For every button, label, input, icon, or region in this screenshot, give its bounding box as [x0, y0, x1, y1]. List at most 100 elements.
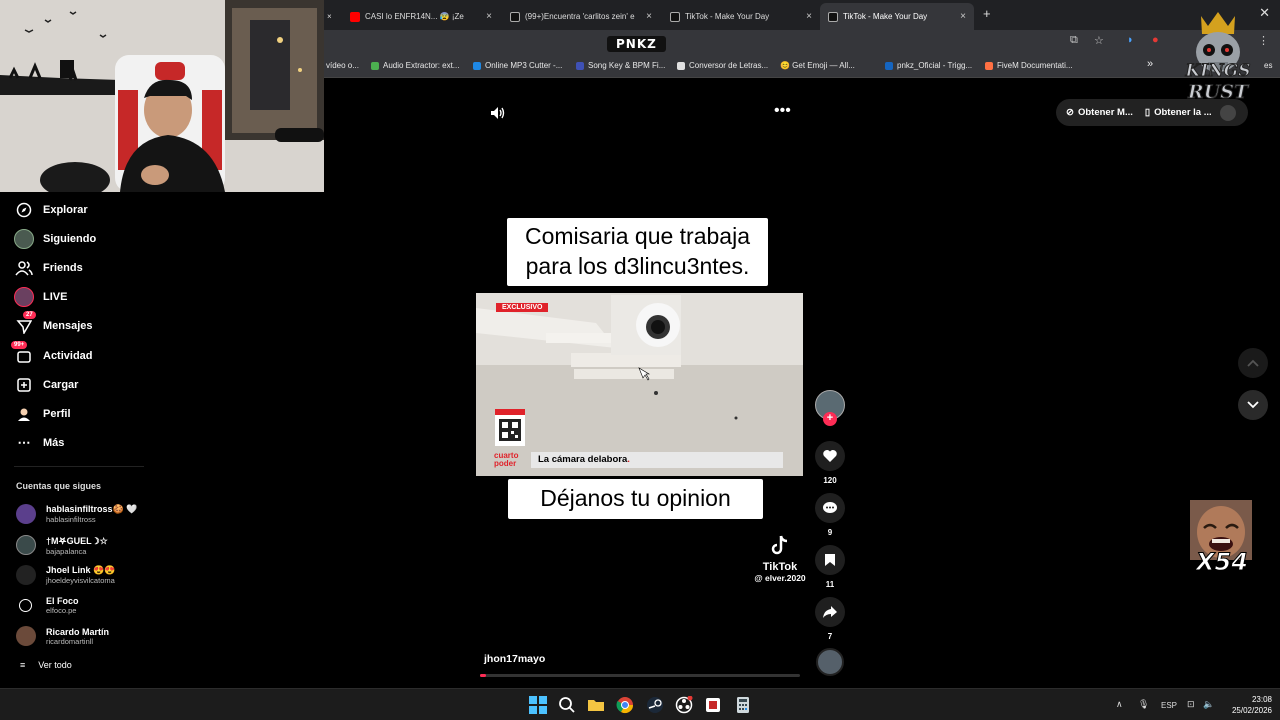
search-icon[interactable]	[558, 696, 576, 714]
next-video-button[interactable]	[1238, 390, 1268, 420]
followed-account[interactable]: Ricardo Martín ricardomartinll	[16, 626, 109, 646]
list-icon: ≡	[20, 660, 26, 670]
microphone-icon[interactable]: 🎙	[1138, 699, 1149, 710]
tiktok-watermark: TikTok @ elver.2020	[740, 534, 820, 583]
bookmarks-overflow-button[interactable]: »	[1147, 58, 1153, 70]
bookmark-favicon-icon	[985, 61, 993, 70]
sidebar-item-live[interactable]: LIVE	[14, 287, 67, 307]
avatar	[16, 626, 36, 646]
tiktok-logo-icon	[740, 534, 820, 561]
multiplier-overlay: X54	[1190, 500, 1252, 578]
network-icon[interactable]: ⊡	[1187, 699, 1195, 710]
live-icon	[14, 287, 34, 307]
browser-tab[interactable]: TikTok - Make Your Day ×	[662, 3, 820, 30]
video-author[interactable]: jhon17mayo	[484, 653, 545, 665]
sidebar-item-actividad[interactable]: 99+ Actividad	[11, 341, 93, 366]
chrome-icon[interactable]	[616, 696, 634, 714]
volume-icon[interactable]: 🔈	[1203, 699, 1214, 710]
webcam-image	[0, 0, 324, 192]
tab-close-icon[interactable]: ×	[806, 11, 812, 22]
obs-icon[interactable]	[675, 695, 693, 714]
tab-close-partial[interactable]: ×	[324, 3, 338, 30]
followed-account[interactable]: Jhoel Link 😍😍 jhoeldeyvisvilcatoma	[16, 565, 115, 585]
followed-account[interactable]: El Foco elfoco.pe	[16, 596, 79, 615]
tiktok-favicon-icon	[670, 11, 680, 22]
avatar	[16, 565, 36, 585]
messages-icon: 27	[14, 311, 36, 336]
music-disc[interactable]	[814, 648, 846, 676]
previous-video-button[interactable]	[1238, 348, 1268, 378]
extension-icon[interactable]: ●	[1152, 34, 1159, 46]
tab-close-icon[interactable]: ×	[486, 11, 492, 22]
bookmark-item[interactable]: Online MP3 Cutter -...	[473, 61, 562, 70]
sidebar-item-friends[interactable]: Friends	[14, 258, 83, 278]
bookmark-item[interactable]: pnkz_Oficial - Trigg...	[885, 61, 972, 70]
extension-icon[interactable]: ◗	[1127, 34, 1134, 46]
language-indicator[interactable]: ESP	[1161, 701, 1177, 710]
more-options-icon[interactable]: •••	[774, 102, 791, 120]
divider	[14, 466, 144, 467]
tab-close-icon[interactable]: ×	[646, 11, 652, 22]
followed-account[interactable]: hablasinfiltross🍪 🤍 hablasinfiltross	[16, 504, 137, 524]
like-button[interactable]: 120	[814, 441, 846, 485]
music-disc-icon	[816, 648, 844, 676]
bookmark-star-icon[interactable]: ☆	[1094, 34, 1104, 47]
sidebar-item-perfil[interactable]: Perfil	[14, 404, 71, 424]
tiktok-favicon-icon	[828, 11, 838, 22]
friends-icon	[14, 258, 34, 278]
browser-tab-active[interactable]: TikTok - Make Your Day ×	[820, 3, 974, 30]
windows-start-icon[interactable]	[529, 696, 547, 714]
video-player: ••• ⊘ Obtener M... ▯ Obtener la ... Comi…	[324, 78, 1280, 688]
install-app-icon[interactable]: ⧉	[1070, 34, 1078, 47]
share-button[interactable]: 7	[814, 597, 846, 641]
bookmark-favicon-icon	[576, 61, 584, 70]
sidebar-item-cargar[interactable]: Cargar	[14, 375, 78, 395]
file-explorer-icon[interactable]	[587, 696, 605, 714]
bookmark-item[interactable]: Audio Extractor: ext...	[371, 61, 459, 70]
messages-badge: 27	[23, 311, 36, 319]
bookmark-item[interactable]: 😊 Get Emoji — All...	[780, 61, 855, 70]
follow-plus-icon[interactable]: +	[823, 412, 837, 426]
bookmark-favicon-icon	[371, 61, 379, 70]
steam-icon[interactable]	[646, 696, 664, 714]
bookmark-favicon-icon	[885, 61, 893, 70]
calculator-icon[interactable]	[734, 696, 752, 714]
see-all-link[interactable]: ≡ Ver todo	[20, 660, 72, 670]
sidebar-item-siguiendo[interactable]: Siguiendo	[14, 229, 96, 249]
tiktok-favicon-icon	[510, 11, 520, 22]
sidebar-item-explorar[interactable]: Explorar	[14, 200, 88, 220]
favorite-button[interactable]: 11	[814, 545, 846, 589]
comment-button[interactable]: 9	[814, 493, 846, 537]
chevron-down-icon	[1247, 396, 1259, 414]
video-lower-third: La cámara delabora.	[531, 452, 783, 468]
browser-toolbar: PNKZ ⧉ ☆ ◗ ● ⋮	[324, 30, 1280, 55]
creator-avatar[interactable]: +	[814, 390, 846, 426]
qr-code-icon	[495, 409, 525, 446]
phone-icon: ▯	[1144, 107, 1151, 118]
browser-tab[interactable]: CASI lo ENFR14N... 😰 ¡Ze ×	[342, 3, 500, 30]
heart-icon	[815, 441, 845, 471]
chevron-up-icon[interactable]: ∧	[1116, 699, 1123, 710]
sidebar-item-mensajes[interactable]: 27 Mensajes	[14, 311, 93, 336]
bookmark-item[interactable]: Song Key & BPM Fi...	[576, 61, 665, 70]
tab-close-icon[interactable]: ×	[960, 11, 966, 22]
video-frame[interactable]: EXCLUSIVO cuarto poder La cámara delabor…	[476, 293, 803, 476]
followed-account[interactable]: †M𖤐GUEL☽☆ bajapalanca	[16, 534, 108, 556]
new-tab-button[interactable]: +	[983, 6, 991, 21]
volume-icon[interactable]	[490, 106, 506, 125]
video-progress-bar[interactable]	[480, 674, 800, 677]
webcam-overlay	[0, 0, 324, 192]
get-pc-app-button[interactable]: Obtener M...	[1078, 107, 1133, 118]
chevron-up-icon	[1247, 354, 1259, 372]
windows-taskbar: ∧ 🎙 ESP ⊡ 🔈 23:08 25/02/2026	[0, 688, 1280, 720]
bookmark-item[interactable]: vídeo o...	[326, 61, 359, 70]
share-icon	[815, 597, 845, 627]
browser-tab[interactable]: (99+)Encuentra 'carlitos zein' e ×	[502, 3, 660, 30]
video-progress-fill	[480, 674, 486, 677]
system-clock[interactable]: 23:08 25/02/2026	[1224, 694, 1272, 716]
bookmark-item[interactable]: FiveM Documentati...	[985, 61, 1073, 70]
bookmark-item[interactable]: Conversor de Letras...	[677, 61, 768, 70]
browser-tab-strip: × CASI lo ENFR14N... 😰 ¡Ze × (99+)Encuen…	[324, 0, 1280, 30]
sidebar-item-mas[interactable]: ⋯ Más	[14, 433, 65, 453]
app-icon[interactable]	[704, 696, 722, 714]
